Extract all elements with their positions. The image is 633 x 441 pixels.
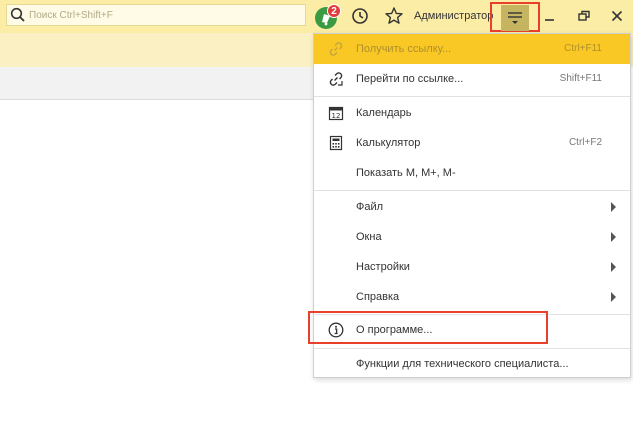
menu-item-windows[interactable]: Окна	[314, 222, 630, 252]
menu-item-label: Перейти по ссылке...	[356, 73, 464, 85]
menu-item-file[interactable]: Файл	[314, 192, 630, 222]
menu-item-calculator[interactable]: Калькулятор Ctrl+F2	[314, 128, 630, 158]
menu-item-shortcut: Shift+F11	[559, 73, 602, 84]
menu-item-get-link[interactable]: Получить ссылку... Ctrl+F11	[314, 34, 630, 64]
main-menu-button[interactable]	[490, 2, 540, 32]
submenu-arrow-icon	[611, 292, 616, 302]
menu-item-label: Настройки	[356, 261, 410, 273]
main-menu-icon	[501, 5, 529, 31]
notification-count-badge: 2	[327, 4, 341, 18]
submenu-arrow-icon	[611, 262, 616, 272]
calendar-icon: 12	[328, 105, 344, 121]
calculator-icon	[328, 135, 344, 151]
menu-item-label: О программе...	[356, 324, 433, 336]
menu-item-label: Справка	[356, 291, 400, 303]
menu-item-show-memory[interactable]: Показать М, М+, М-	[314, 158, 630, 188]
restore-window-icon[interactable]	[576, 8, 592, 24]
menu-item-label: Показать М, М+, М-	[356, 167, 456, 179]
menu-item-label: Календарь	[356, 107, 412, 119]
menu-item-shortcut: Ctrl+F2	[568, 137, 602, 148]
notifications-button[interactable]: 2	[313, 4, 341, 30]
menu-item-label: Получить ссылку...	[356, 43, 452, 55]
submenu-arrow-icon	[611, 232, 616, 242]
search-icon	[10, 7, 26, 26]
link-icon	[328, 41, 344, 57]
close-icon[interactable]	[609, 8, 625, 24]
history-icon[interactable]	[350, 6, 370, 26]
calendar-icon-text: 12	[332, 112, 341, 120]
search-input[interactable]	[29, 6, 299, 24]
menu-item-label: Функции для технического специалиста...	[356, 358, 569, 370]
current-user-name[interactable]: Администратор	[414, 10, 493, 22]
menu-separator	[314, 96, 630, 97]
search-box[interactable]	[6, 4, 306, 26]
menu-separator	[314, 190, 630, 191]
go-to-link-icon	[328, 71, 344, 87]
menu-item-go-to-link[interactable]: Перейти по ссылке... Shift+F11	[314, 64, 630, 94]
info-icon	[328, 322, 344, 338]
menu-item-label: Окна	[356, 231, 382, 243]
top-toolbar: 2 Администратор	[0, 0, 633, 33]
menu-item-calendar[interactable]: 12 Календарь	[314, 98, 630, 128]
main-menu-dropdown: Получить ссылку... Ctrl+F11 Перейти по с…	[313, 33, 631, 378]
menu-item-help[interactable]: Справка	[314, 282, 630, 312]
command-bar	[0, 67, 313, 100]
favorites-star-icon[interactable]	[384, 6, 404, 26]
menu-item-label: Файл	[356, 201, 384, 213]
minimize-icon[interactable]	[542, 8, 558, 24]
menu-item-tech-specialist-functions[interactable]: Функции для технического специалиста...	[314, 349, 630, 379]
menu-item-about[interactable]: О программе...	[314, 315, 630, 345]
menu-item-settings[interactable]: Настройки	[314, 252, 630, 282]
submenu-arrow-icon	[611, 202, 616, 212]
menu-item-label: Калькулятор	[356, 137, 421, 149]
menu-item-shortcut: Ctrl+F11	[564, 43, 602, 54]
